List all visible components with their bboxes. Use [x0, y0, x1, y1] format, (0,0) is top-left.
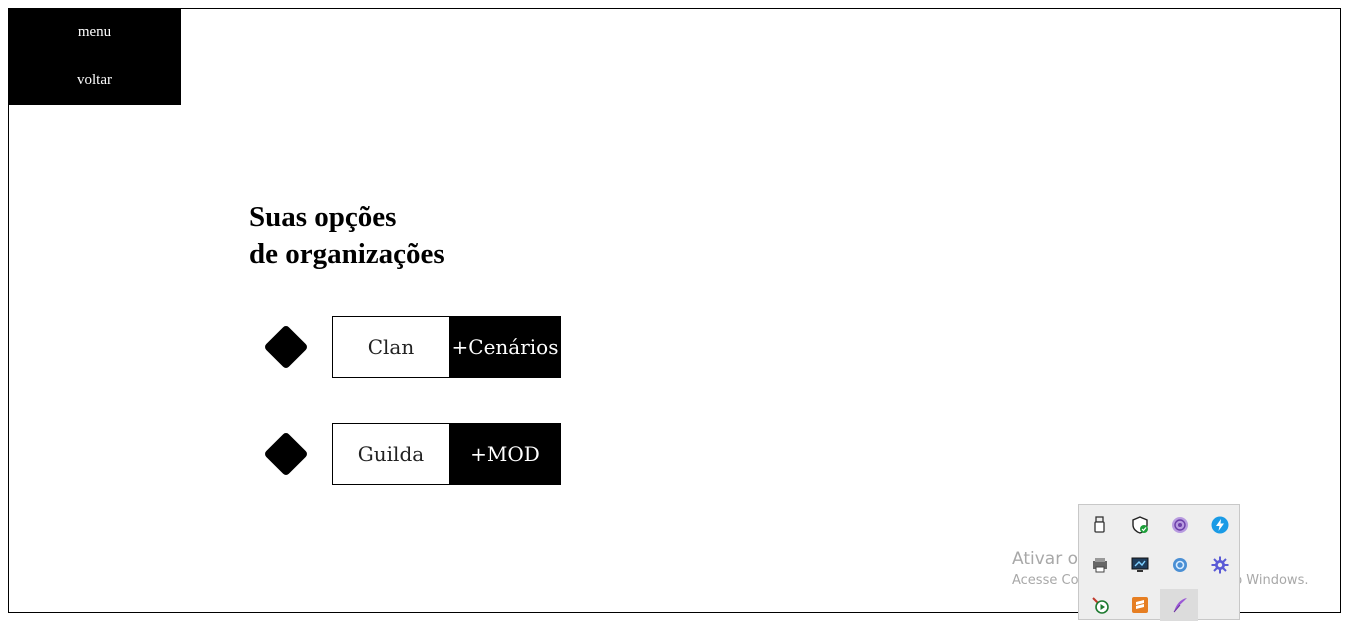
media-play-icon[interactable] [1090, 595, 1110, 615]
back-link[interactable]: voltar [8, 72, 181, 89]
option-row-guilda: Guilda +MOD [332, 423, 561, 485]
option-row-clan: Clan +Cenários [332, 316, 561, 378]
sublime-text-icon[interactable] [1130, 595, 1150, 615]
page-title-line-1: Suas opções [249, 201, 397, 233]
display-icon[interactable] [1130, 555, 1150, 575]
settings-gear-icon[interactable] [1210, 555, 1230, 575]
tor-icon[interactable] [1170, 515, 1190, 535]
printer-icon[interactable] [1090, 555, 1110, 575]
add-cenarios-button[interactable]: +Cenários [449, 316, 561, 378]
lightning-app-icon[interactable] [1210, 515, 1230, 535]
option-name-clan: Clan [332, 316, 450, 378]
system-tray-overflow [1078, 504, 1240, 621]
network-sync-icon[interactable] [1170, 555, 1190, 575]
feather-pen-icon[interactable] [1170, 595, 1190, 615]
menu-link[interactable]: menu [8, 24, 181, 41]
side-menu: menu voltar [8, 8, 181, 105]
usb-icon[interactable] [1090, 515, 1110, 535]
security-shield-icon[interactable] [1130, 515, 1150, 535]
option-name-guilda: Guilda [332, 423, 450, 485]
page-title-line-2: de organizações [249, 238, 445, 270]
add-mod-button[interactable]: +MOD [449, 423, 561, 485]
page-title: Suas opções de organizações [249, 199, 445, 273]
